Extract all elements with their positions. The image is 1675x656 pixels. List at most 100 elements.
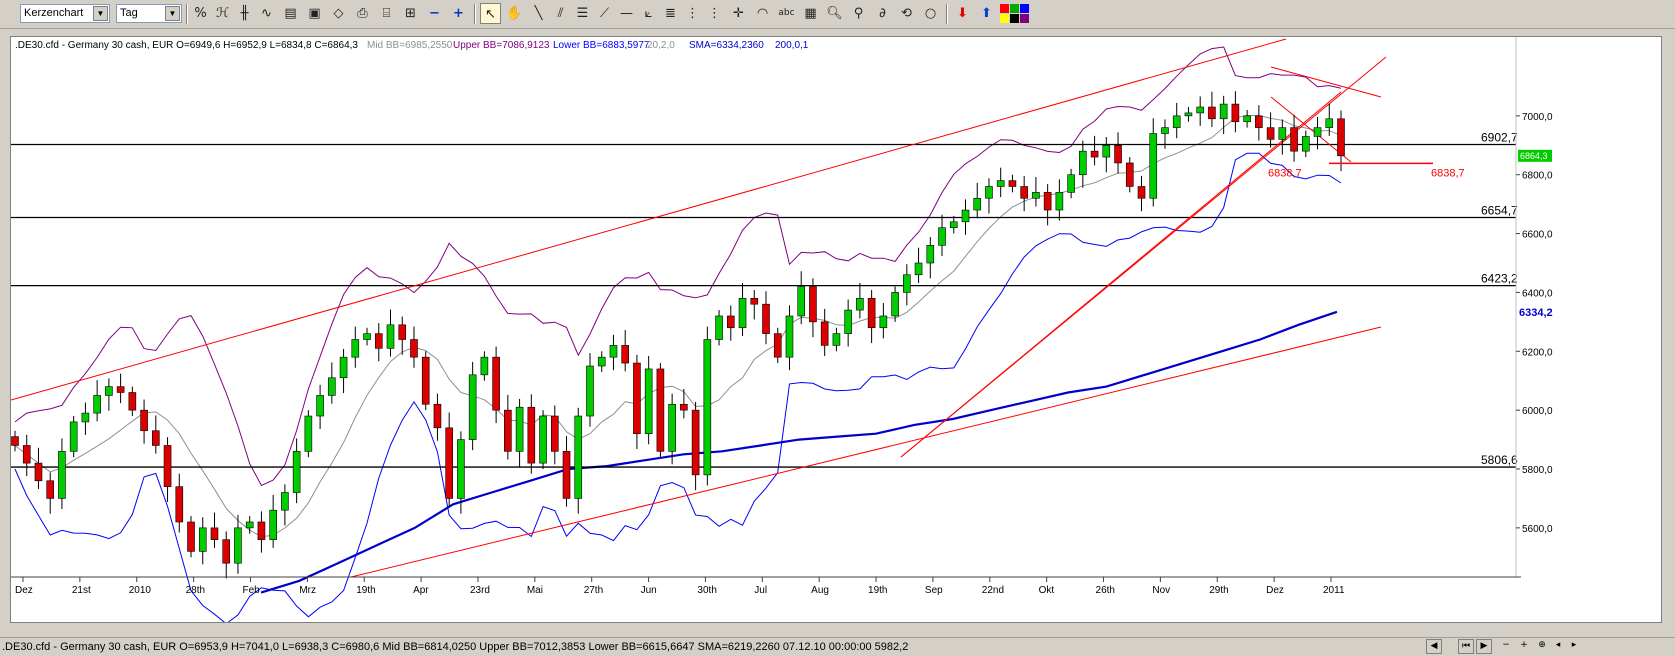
eraser-icon[interactable]: ◇ — [328, 3, 349, 24]
indicator-remove-icon[interactable]: ℋ — [212, 3, 233, 24]
price-chart[interactable]: .DE30.cfd - Germany 30 cash, EUR O=6949,… — [11, 37, 1661, 622]
image-icon[interactable]: ▣ — [304, 3, 325, 24]
scroll-forward-icon[interactable]: ▸ — [1566, 639, 1582, 654]
fan-icon[interactable]: ⟀ — [638, 3, 659, 24]
chart-type-value: Kerzenchart — [24, 7, 84, 19]
horizontal-levels[interactable]: 6902,7 6654,7 6423,2 5806,6 — [11, 130, 1518, 468]
color-palette-icon[interactable] — [1000, 4, 1030, 24]
candle-down — [680, 403, 688, 411]
y-tick-label: 6400,0 — [1522, 288, 1553, 299]
candle-down — [633, 362, 641, 434]
fibonacci-icon[interactable]: ≣ — [660, 3, 681, 24]
arrow-down-icon[interactable]: ⬇ — [952, 3, 973, 24]
candle-up — [996, 180, 1005, 187]
parallel-lines-icon[interactable]: ⫽ — [550, 3, 571, 24]
candle-up — [597, 356, 606, 367]
upper-channel-line[interactable] — [11, 38, 1287, 401]
candle-up — [58, 451, 66, 499]
chevron-down-icon[interactable]: ▼ — [93, 6, 108, 21]
cursor-icon[interactable]: ↖ — [480, 3, 501, 24]
arrow-up-icon[interactable]: ⬆ — [976, 3, 997, 24]
candle-down — [11, 436, 19, 446]
grid-icon[interactable]: ⋮ — [704, 3, 725, 24]
scroll-right-icon[interactable]: ▶ — [1476, 639, 1492, 654]
period-select[interactable]: Tag ▼ — [116, 4, 182, 23]
current-price-label: 6864,3 — [1520, 151, 1548, 161]
candle-up — [105, 386, 113, 396]
candle-up — [93, 395, 101, 414]
hand-icon[interactable]: ✋ — [504, 3, 525, 24]
candle-down — [621, 345, 629, 364]
candle-down — [1255, 115, 1263, 128]
zoom-in-icon[interactable]: 🔍︎ — [824, 3, 845, 24]
scroll-end-left-icon[interactable]: ⏮ — [1458, 639, 1474, 654]
x-tick-label: 27th — [584, 585, 603, 596]
ray-icon[interactable]: ⟋ — [594, 3, 615, 24]
candle-up — [81, 412, 90, 423]
candle-up — [1079, 150, 1087, 176]
chart-window[interactable]: .DE30.cfd - Germany 30 cash, EUR O=6949,… — [10, 36, 1662, 623]
candle-down — [1208, 106, 1216, 120]
calculator-icon[interactable]: ▦ — [800, 3, 821, 24]
candle-down — [504, 409, 512, 452]
candle-up — [292, 451, 301, 493]
candle-up — [328, 377, 336, 396]
undo-icon[interactable]: ⟲ — [896, 3, 917, 24]
crosshair-icon[interactable]: ✛ — [728, 3, 749, 24]
ohlc-icon[interactable]: ╫ — [234, 3, 255, 24]
line-chart-icon[interactable]: ∿ — [256, 3, 277, 24]
scroll-back-icon[interactable]: ◂ — [1550, 639, 1566, 654]
candle-down — [163, 445, 172, 487]
chart-type-select[interactable]: Kerzenchart ▼ — [20, 4, 110, 23]
lower-channel-line[interactable] — [350, 326, 1382, 578]
candle-up — [668, 403, 676, 452]
candle-down — [175, 486, 184, 523]
circle-icon[interactable]: ○ — [920, 3, 941, 24]
y-tick-label: 6800,0 — [1522, 171, 1553, 182]
table-icon[interactable]: ⊞ — [400, 3, 421, 24]
horizontal-line-icon[interactable]: — — [616, 3, 637, 24]
x-tick-label: 30th — [697, 585, 716, 596]
candle-up — [797, 286, 806, 317]
lower-bb-line — [14, 152, 1342, 622]
print-icon[interactable]: ⎙ — [352, 3, 373, 24]
indicator-icon[interactable]: % — [190, 3, 211, 24]
sma-200-line — [260, 310, 1338, 594]
candle-up — [234, 527, 242, 564]
zoom-minus-icon[interactable]: − — [424, 3, 445, 24]
candle-down — [1008, 180, 1017, 187]
candle-up — [961, 209, 970, 223]
zoom-out-icon[interactable]: ⚲ — [848, 3, 869, 24]
horizontal-lines-icon[interactable]: ☰ — [572, 3, 593, 24]
zoom-plus-icon[interactable]: + — [448, 3, 469, 24]
candle-up — [1325, 118, 1334, 128]
candle-up — [586, 365, 594, 417]
candle-up — [351, 339, 360, 358]
arc-icon[interactable]: ◠ — [752, 3, 773, 24]
candle-up — [926, 245, 935, 264]
candle-up — [609, 345, 618, 358]
x-tick-label: Dez — [15, 585, 33, 596]
scroll-left-icon[interactable]: ◀ — [1426, 639, 1442, 654]
candle-down — [762, 303, 770, 334]
candle-down — [433, 403, 442, 429]
candle-down — [22, 445, 31, 464]
candle-up — [1102, 144, 1111, 158]
line-icon[interactable]: ╲ — [528, 3, 549, 24]
zoom-out-small-icon[interactable]: − — [1498, 639, 1514, 654]
print-preview-icon[interactable]: ⌸ — [376, 3, 397, 24]
chevron-down-icon[interactable]: ▼ — [165, 6, 180, 21]
zoom-fit-icon[interactable]: ⊕ — [1534, 639, 1550, 654]
zoom-in-small-icon[interactable]: + — [1516, 639, 1532, 654]
candle-up — [938, 227, 946, 246]
candle-up — [1184, 112, 1193, 117]
save-icon[interactable]: ▤ — [280, 3, 301, 24]
fibonacci-retracement-icon[interactable]: ⋮ — [682, 3, 703, 24]
top-resistance-line[interactable] — [1270, 66, 1382, 98]
spiral-icon[interactable]: ∂ — [872, 3, 893, 24]
candle-up — [949, 221, 958, 228]
x-tick-label: 19th — [868, 585, 887, 596]
candle-down — [492, 356, 500, 411]
price-axis: 7000,0 6800,0 6600,0 6400,0 6200,0 6000,0 5800… — [1516, 112, 1553, 535]
text-icon[interactable]: abc — [776, 3, 797, 24]
